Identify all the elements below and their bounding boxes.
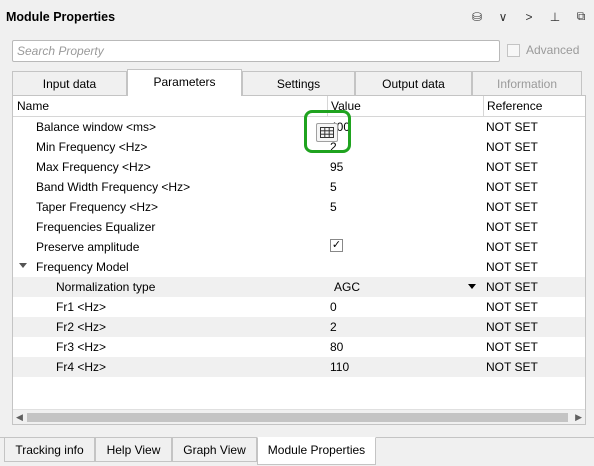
tab-output-data[interactable]: Output data	[355, 71, 472, 95]
property-reference[interactable]: NOT SET	[486, 160, 538, 174]
property-value[interactable]: 80	[330, 340, 343, 354]
horizontal-scrollbar[interactable]: ◀ ▶	[13, 409, 585, 424]
property-reference[interactable]: NOT SET	[486, 340, 538, 354]
table-row[interactable]: Taper Frequency <Hz> 5 NOT SET	[13, 197, 585, 217]
table-row[interactable]: Fr2 <Hz> 2 NOT SET	[13, 317, 585, 337]
property-value[interactable]: 0	[330, 300, 337, 314]
dropdown-arrow-icon[interactable]	[468, 284, 476, 289]
property-reference[interactable]: NOT SET	[486, 320, 538, 334]
property-name: Taper Frequency <Hz>	[36, 200, 159, 214]
table-row[interactable]: Max Frequency <Hz> 95 NOT SET	[13, 157, 585, 177]
normalization-select[interactable]: AGC	[334, 280, 360, 294]
scroll-thumb[interactable]	[27, 413, 568, 422]
property-reference[interactable]: NOT SET	[486, 180, 538, 194]
property-reference[interactable]: NOT SET	[486, 200, 538, 214]
highlight-annotation	[304, 110, 351, 153]
advanced-checkbox[interactable]	[507, 43, 520, 57]
property-reference[interactable]: NOT SET	[486, 140, 538, 154]
table-header: Name Value Reference	[13, 96, 585, 117]
header-toolbar: ⛁ ∨ > ⊥ ⧉	[470, 9, 588, 24]
property-reference[interactable]: NOT SET	[486, 300, 538, 314]
table-row[interactable]: Fr4 <Hz> 110 NOT SET	[13, 357, 585, 377]
property-name: Fr2 <Hz>	[56, 320, 107, 334]
chevron-right-icon[interactable]: >	[522, 10, 536, 24]
header-divider	[483, 96, 484, 117]
scroll-right-icon[interactable]: ▶	[575, 412, 582, 423]
property-reference[interactable]: NOT SET	[486, 240, 538, 254]
title-bar: Module Properties ⛁ ∨ > ⊥ ⧉	[0, 0, 594, 34]
tab-help-view[interactable]: Help View	[95, 438, 172, 462]
table-row-group[interactable]: Frequency Model NOT SET	[13, 257, 585, 277]
pin-icon[interactable]: ⊥	[548, 10, 562, 24]
property-reference[interactable]: NOT SET	[486, 120, 538, 134]
property-value[interactable]: 5	[330, 200, 337, 214]
property-name: Fr4 <Hz>	[56, 360, 107, 374]
tab-parameters[interactable]: Parameters	[127, 69, 242, 96]
table-row[interactable]: Fr1 <Hz> 0 NOT SET	[13, 297, 585, 317]
bottom-tab-bar: Tracking info Help View Graph View Modul…	[0, 437, 594, 466]
property-name: Frequencies Equalizer	[36, 220, 156, 234]
scroll-left-icon[interactable]: ◀	[16, 412, 23, 423]
properties-table: Name Value Reference Balance window <ms>…	[13, 96, 585, 408]
property-reference[interactable]: NOT SET	[486, 260, 538, 274]
float-window-icon[interactable]: ⧉	[574, 9, 588, 24]
table-row[interactable]: Normalization type AGC NOT SET	[13, 277, 585, 297]
tab-tracking-info[interactable]: Tracking info	[4, 438, 95, 462]
property-name: Min Frequency <Hz>	[36, 140, 148, 154]
property-reference[interactable]: NOT SET	[486, 220, 538, 234]
property-name: Max Frequency <Hz>	[36, 160, 151, 174]
tab-graph-view[interactable]: Graph View	[172, 438, 257, 462]
property-name: Normalization type	[56, 280, 156, 294]
table-row[interactable]: Fr3 <Hz> 80 NOT SET	[13, 337, 585, 357]
property-reference[interactable]: NOT SET	[486, 360, 538, 374]
chevron-down-icon[interactable]: ∨	[496, 10, 510, 24]
tab-information: Information	[472, 71, 582, 95]
table-row[interactable]: Band Width Frequency <Hz> 5 NOT SET	[13, 177, 585, 197]
property-name: Band Width Frequency <Hz>	[36, 180, 191, 194]
property-value[interactable]: 110	[330, 360, 349, 374]
property-tabs: Input data Parameters Settings Output da…	[12, 69, 586, 96]
database-icon[interactable]: ⛁	[470, 10, 484, 24]
tab-settings[interactable]: Settings	[242, 71, 355, 95]
window-title: Module Properties	[6, 10, 116, 24]
tab-module-properties[interactable]: Module Properties	[257, 437, 376, 465]
table-row[interactable]: Preserve amplitude ✓ NOT SET	[13, 237, 585, 257]
property-reference[interactable]: NOT SET	[486, 280, 538, 294]
advanced-label: Advanced	[526, 43, 580, 57]
header-name[interactable]: Name	[17, 99, 49, 113]
property-value[interactable]: 2	[330, 320, 337, 334]
preserve-amplitude-checkbox[interactable]: ✓	[330, 239, 343, 252]
property-name: Balance window <ms>	[36, 120, 157, 134]
expand-arrow-icon[interactable]	[19, 263, 27, 268]
table-row[interactable]: Frequencies Equalizer NOT SET	[13, 217, 585, 237]
property-value[interactable]: 5	[330, 180, 337, 194]
header-reference[interactable]: Reference	[487, 99, 542, 113]
search-input[interactable]: Search Property	[12, 40, 500, 62]
table-row[interactable]: Balance window <ms> 400 NOT SET	[13, 117, 585, 137]
property-group-name: Frequency Model	[36, 260, 129, 274]
tab-input-data[interactable]: Input data	[12, 71, 127, 95]
properties-panel: Name Value Reference Balance window <ms>…	[12, 95, 586, 425]
property-name: Fr3 <Hz>	[56, 340, 107, 354]
property-value[interactable]: 95	[330, 160, 343, 174]
advanced-toggle[interactable]: Advanced	[507, 43, 579, 57]
property-name: Preserve amplitude	[36, 240, 140, 254]
property-name: Fr1 <Hz>	[56, 300, 107, 314]
table-row[interactable]: Min Frequency <Hz> 2 NOT SET	[13, 137, 585, 157]
